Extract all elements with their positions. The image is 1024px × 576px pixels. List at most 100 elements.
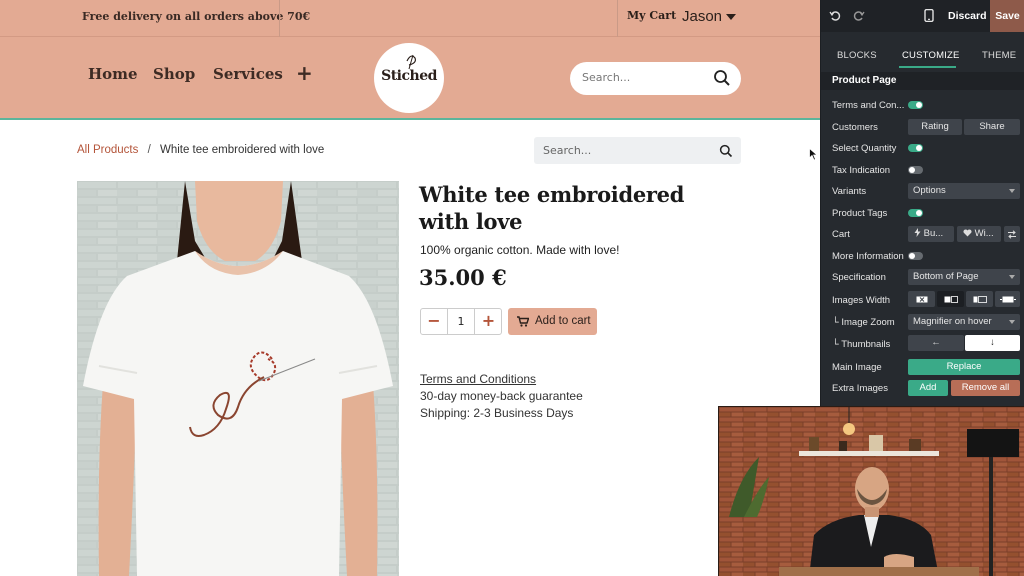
search-placeholder: Search... xyxy=(582,71,631,84)
nav-add-button[interactable]: + xyxy=(296,61,313,85)
editor-tabs: BLOCKS CUSTOMIZE THEME xyxy=(821,44,1024,68)
editor-panel: Discard Save BLOCKS CUSTOMIZE THEME Prod… xyxy=(820,0,1024,406)
toggle-knob xyxy=(916,210,922,216)
arrow-down-icon: ↓ xyxy=(990,337,995,348)
editor-toolbar: Discard Save xyxy=(821,0,1024,32)
product-image[interactable] xyxy=(77,181,399,576)
main-image-label: Main Image xyxy=(832,362,882,373)
remove-all-images-button[interactable]: Remove all xyxy=(951,380,1020,396)
divider xyxy=(279,0,280,37)
add-to-cart-button[interactable]: Add to cart xyxy=(508,308,597,335)
nav-shop[interactable]: Shop xyxy=(153,65,195,83)
product-description: 100% organic cotton. Made with love! xyxy=(420,243,620,257)
tab-customize[interactable]: CUSTOMIZE xyxy=(902,50,960,61)
cart-icon xyxy=(517,316,530,330)
image-width-none-icon[interactable] xyxy=(908,291,935,307)
thumbnails-left-button[interactable]: ← xyxy=(908,335,964,351)
breadcrumb-separator: / xyxy=(147,144,151,156)
promo-text: Free delivery on all orders above 70€ xyxy=(82,10,311,23)
tax-indication-label: Tax Indication xyxy=(832,165,891,176)
thumbnails-bottom-button[interactable]: ↓ xyxy=(965,335,1020,351)
discard-button[interactable]: Discard xyxy=(948,10,987,22)
toggle-knob xyxy=(916,102,922,108)
chevron-down-icon xyxy=(1009,275,1015,279)
product-title: White tee embroidered with love xyxy=(419,182,685,234)
section-title: Product Page xyxy=(832,75,897,86)
nav-services[interactable]: Services xyxy=(213,65,283,83)
images-width-label: Images Width xyxy=(832,295,891,306)
heart-icon xyxy=(963,228,975,239)
product-tags-toggle[interactable] xyxy=(908,209,923,217)
toggle-knob xyxy=(909,253,915,259)
thumbnails-label: └ Thumbnails xyxy=(832,339,891,350)
logo-text: Stiched xyxy=(381,68,437,84)
search-icon[interactable] xyxy=(713,69,731,91)
site-logo[interactable]: Stiched xyxy=(374,43,444,113)
image-zoom-value: Magnifier on hover xyxy=(913,316,992,327)
header-search-input[interactable]: Search... xyxy=(570,62,741,95)
caret-down-icon xyxy=(726,14,737,21)
wishlist-label: Wi... xyxy=(974,228,994,239)
quantity-stepper: − 1 + xyxy=(420,308,502,335)
buy-now-label: Bu... xyxy=(923,228,944,239)
section-header: Product Page xyxy=(821,72,1024,90)
user-menu[interactable]: Jason xyxy=(682,8,737,25)
replace-image-button[interactable]: Replace xyxy=(908,359,1020,375)
variants-label: Variants xyxy=(832,186,867,197)
chevron-down-icon xyxy=(1009,189,1015,193)
guarantee-text: 30-day money-back guarantee xyxy=(420,389,583,403)
specification-value: Bottom of Page xyxy=(913,271,979,282)
product-search-input[interactable]: Search... xyxy=(534,137,741,164)
more-information-toggle[interactable] xyxy=(908,252,923,260)
tab-blocks[interactable]: BLOCKS xyxy=(837,50,877,61)
quantity-increase-button[interactable]: + xyxy=(475,309,502,334)
terms-toggle[interactable] xyxy=(908,101,923,109)
website-preview: Free delivery on all orders above 70€ My… xyxy=(0,0,820,576)
swap-icon[interactable] xyxy=(1004,226,1020,242)
search-placeholder: Search... xyxy=(543,144,592,157)
quantity-decrease-button[interactable]: − xyxy=(421,309,447,334)
toggle-knob xyxy=(916,145,922,151)
share-button[interactable]: Share xyxy=(964,119,1020,135)
webcam-video-overlay xyxy=(718,406,1024,576)
rating-button[interactable]: Rating xyxy=(908,119,962,135)
lightning-icon xyxy=(914,228,924,239)
nav-home[interactable]: Home xyxy=(88,65,138,83)
breadcrumb-current: White tee embroidered with love xyxy=(159,144,325,156)
variants-value: Options xyxy=(913,185,946,196)
variants-select[interactable]: Options xyxy=(908,183,1020,199)
image-zoom-select[interactable]: Magnifier on hover xyxy=(908,314,1020,330)
top-bar: Free delivery on all orders above 70€ My… xyxy=(0,0,820,37)
add-images-button[interactable]: Add xyxy=(908,380,948,396)
image-width-full-icon[interactable] xyxy=(995,291,1020,307)
tax-indication-toggle[interactable] xyxy=(908,166,923,174)
select-quantity-toggle[interactable] xyxy=(908,144,923,152)
search-icon[interactable] xyxy=(719,143,733,162)
undo-icon[interactable] xyxy=(829,9,841,27)
active-tab-indicator xyxy=(899,66,956,68)
chevron-down-icon xyxy=(1009,320,1015,324)
user-name: Jason xyxy=(682,8,723,25)
shipping-text: Shipping: 2-3 Business Days xyxy=(420,406,574,420)
specification-label: Specification xyxy=(832,272,886,283)
buy-now-button[interactable]: Bu... xyxy=(908,226,954,242)
terms-label: Terms and Con... xyxy=(832,100,905,111)
save-button[interactable]: Save xyxy=(990,0,1024,32)
my-cart-link[interactable]: My Cart xyxy=(627,9,676,22)
extra-images-label: Extra Images xyxy=(832,383,888,394)
add-to-cart-label: Add to cart xyxy=(535,315,591,327)
wishlist-button[interactable]: Wi... xyxy=(957,226,1001,242)
redo-icon[interactable] xyxy=(853,9,865,27)
quantity-input[interactable]: 1 xyxy=(447,309,475,334)
cart-label: Cart xyxy=(832,229,850,240)
breadcrumb: All Products / White tee embroidered wit… xyxy=(77,144,324,156)
tab-theme[interactable]: THEME xyxy=(982,50,1016,61)
breadcrumb-all-products[interactable]: All Products xyxy=(77,144,138,156)
specification-select[interactable]: Bottom of Page xyxy=(908,269,1020,285)
image-width-half-icon[interactable] xyxy=(937,291,964,307)
terms-link[interactable]: Terms and Conditions xyxy=(420,372,536,386)
mobile-preview-icon[interactable] xyxy=(924,9,934,27)
main-nav: Home Shop Services + Stiched Search... xyxy=(0,37,820,120)
toggle-knob xyxy=(909,167,915,173)
image-width-third-icon[interactable] xyxy=(966,291,993,307)
